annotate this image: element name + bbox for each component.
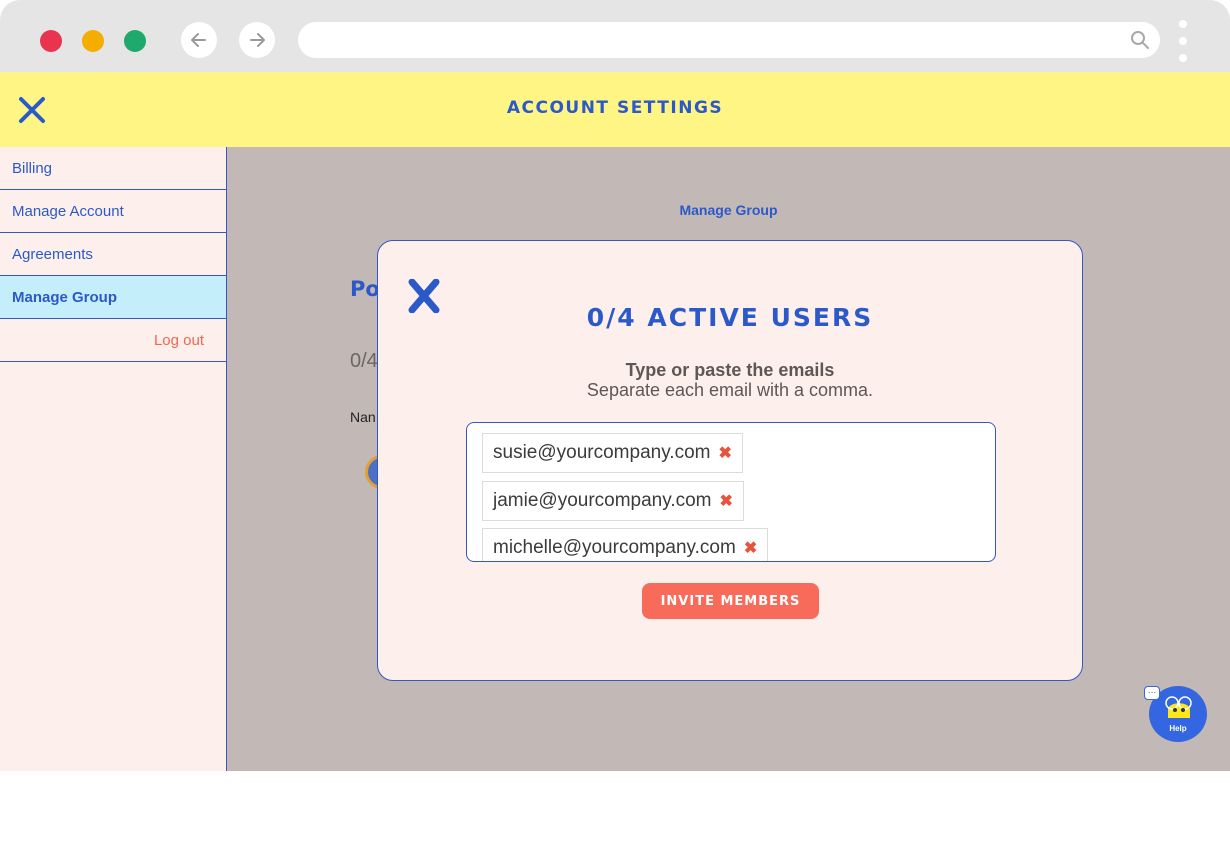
email-chip: jamie@yourcompany.com ✖	[482, 481, 744, 521]
app-header: ACCOUNT SETTINGS	[0, 72, 1230, 147]
email-chip: susie@yourcompany.com ✖	[482, 433, 743, 473]
chat-bubble-icon: ...	[1144, 686, 1160, 700]
remove-email-icon[interactable]: ✖	[720, 491, 733, 511]
email-input-box[interactable]: susie@yourcompany.com ✖ jamie@yourcompan…	[466, 422, 996, 562]
email-chip-label: susie@yourcompany.com	[493, 442, 711, 463]
arrow-left-icon	[191, 33, 206, 47]
sidebar: Billing Manage Account Agreements Manage…	[0, 147, 227, 771]
background-name-column: Nan	[350, 409, 376, 425]
forward-button[interactable]	[239, 22, 275, 58]
logout-link[interactable]: Log out	[0, 319, 226, 362]
background-heading: Po	[350, 277, 380, 301]
section-subtitle: Manage Group	[679, 202, 778, 218]
sidebar-item-manage-account[interactable]: Manage Account	[0, 190, 226, 233]
invite-members-button[interactable]: INVITE MEMBERS	[642, 583, 819, 619]
mascot-icon	[1165, 696, 1192, 718]
close-window-dot[interactable]	[40, 30, 62, 52]
sidebar-item-manage-group[interactable]: Manage Group	[0, 276, 226, 319]
maximize-window-dot[interactable]	[124, 30, 146, 52]
remove-email-icon[interactable]: ✖	[718, 443, 731, 463]
help-label: Help	[1169, 724, 1187, 733]
more-options-icon[interactable]	[1178, 20, 1188, 62]
remove-email-icon[interactable]: ✖	[744, 538, 757, 558]
instruction-secondary: Separate each email with a comma.	[586, 380, 874, 400]
back-button[interactable]	[181, 22, 217, 58]
email-chip-label: michelle@yourcompany.com	[493, 537, 736, 558]
browser-chrome	[0, 0, 1230, 72]
address-bar[interactable]	[298, 22, 1160, 58]
search-icon[interactable]	[1130, 30, 1150, 50]
minimize-window-dot[interactable]	[82, 30, 104, 52]
modal-title: 0/4 ACTIVE USERS	[586, 303, 874, 332]
instruction-primary: Type or paste the emails	[625, 360, 835, 380]
help-widget-button[interactable]: ... Help	[1144, 686, 1207, 742]
arrow-right-icon	[250, 33, 265, 47]
email-chip: michelle@yourcompany.com ✖	[482, 528, 769, 561]
sidebar-item-agreements[interactable]: Agreements	[0, 233, 226, 276]
sidebar-item-billing[interactable]: Billing	[0, 147, 226, 190]
background-user-count: 0/4	[350, 350, 378, 372]
invite-modal: 0/4 ACTIVE USERS Type or paste the email…	[377, 240, 1083, 681]
email-chip-label: jamie@yourcompany.com	[493, 490, 712, 511]
page-title: ACCOUNT SETTINGS	[506, 98, 724, 118]
